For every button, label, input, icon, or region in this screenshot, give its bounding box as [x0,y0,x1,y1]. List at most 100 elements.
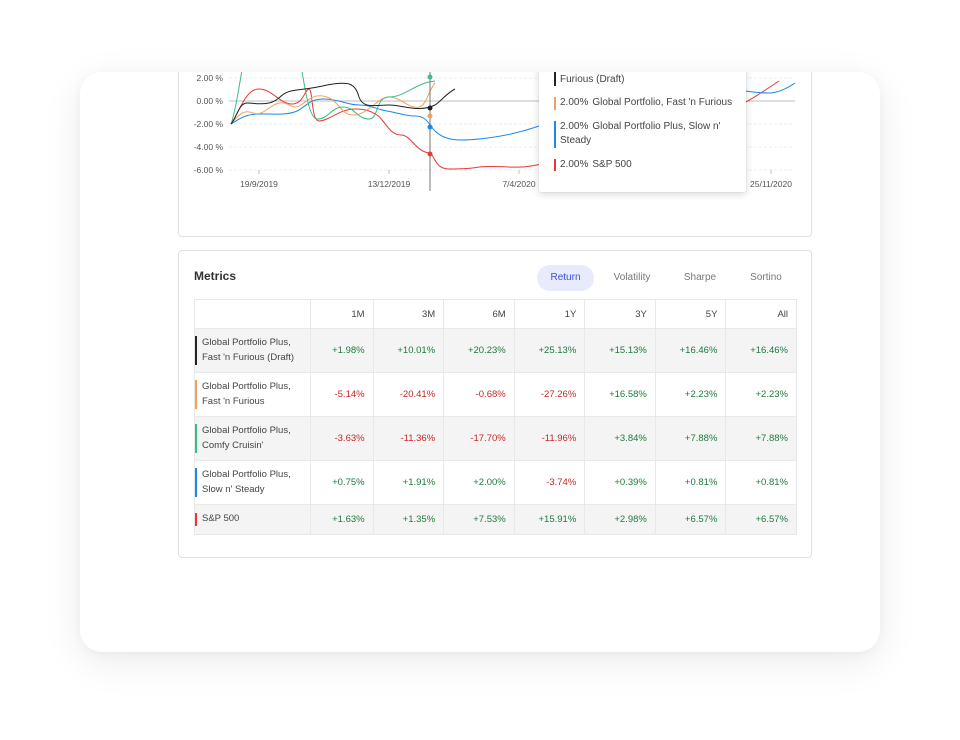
x-tick-label: 19/9/2019 [240,179,278,189]
column-header: All [725,299,797,329]
column-header: 1M [310,299,374,329]
table-row[interactable]: S&P 500 +1.63% +1.35% +7.53% +15.91% +2.98% +6… [194,504,797,535]
portfolio-name-cell: Global Portfolio Plus, Comfy Cruisin' [194,416,311,461]
series-color-marker [554,72,556,86]
table-row[interactable]: Global Portfolio Plus, Fast 'n Furious (… [194,328,797,373]
return-value-cell: +16.46% [654,328,727,373]
return-value-cell: +0.75% [310,460,374,505]
return-value-cell: +7.88% [654,416,727,461]
table-row[interactable]: Global Portfolio Plus, Slow n' Steady +0.… [194,460,797,505]
return-value-cell: +1.98% [310,328,374,373]
return-value-cell: +2.23% [654,372,727,417]
chart-tooltip: 1.80%Global Portfolio Plus, Fast 'n Furi… [539,72,746,192]
return-value-cell: +0.39% [584,460,656,505]
return-value-cell: +10.01% [372,328,445,373]
hover-point-sp500 [427,151,433,157]
table-row[interactable]: Global Portfolio Plus, Fast 'n Furious -5… [194,372,797,417]
x-tick-label: 13/12/2019 [368,179,411,189]
column-header: 1Y [513,299,586,329]
return-value-cell: -11.96% [513,416,586,461]
series-color-marker [554,158,556,171]
tooltip-item: 1.80%Global Portfolio Plus, Fast 'n Furi… [554,72,736,87]
return-value-cell: +16.58% [584,372,656,417]
series-color-marker [195,336,197,365]
metrics-title: Metrics [194,269,237,283]
hover-point-slow-n-steady [427,124,433,130]
return-value-cell: -27.26% [513,372,586,417]
portfolio-name: Global Portfolio Plus, Fast 'n Furious (… [202,337,295,363]
tab-volatility[interactable]: Volatility [594,265,670,291]
y-tick-label: -4.00 % [194,142,224,152]
hover-point-fast-n-furious [427,113,433,119]
return-value-cell: +20.23% [443,328,515,373]
portfolio-name-cell: Global Portfolio Plus, Fast 'n Furious (… [194,328,311,373]
portfolio-name: Global Portfolio Plus, Slow n' Steady [202,469,291,495]
return-value-cell: +2.23% [725,372,797,417]
return-value-cell: +15.91% [513,504,586,535]
column-header: 3M [372,299,445,329]
performance-chart-card: 4.00 % 2.00 % 0.00 % -2.00 % -4.00 % -6.00 % … [178,72,812,237]
y-tick-label: -2.00 % [194,119,224,129]
column-header: 6M [443,299,515,329]
column-header: 5Y [654,299,727,329]
return-value-cell: -17.70% [443,416,515,461]
y-axis: 4.00 %2.00 %0.00 %-2.00 %-4.00 %-6.00 % [194,73,224,175]
tooltip-value: 2.00% [560,120,589,132]
tooltip-label: S&P 500 [592,158,632,170]
series-color-marker [195,513,197,526]
return-value-cell: -3.63% [310,416,374,461]
table-row[interactable]: Global Portfolio Plus, Comfy Cruisin' -3.… [194,416,797,461]
return-value-cell: -3.74% [513,460,586,505]
tooltip-item: 2.00% Global Portfolio Plus, Slow n' Stea… [554,120,736,149]
y-tick-label: -6.00 % [194,165,224,175]
column-header: 3Y [584,299,656,329]
return-value-cell: +7.53% [443,504,515,535]
x-tick-label: 7/4/2020 [502,179,535,189]
return-value-cell: +1.91% [372,460,445,505]
tooltip-label: Global Portfolio, Fast 'n Furious [592,97,733,108]
return-value-cell: +0.81% [654,460,727,505]
portfolio-name: Global Portfolio Plus, Fast 'n Furious [202,381,291,407]
return-value-cell: +25.13% [513,328,586,373]
portfolio-name: S&P 500 [202,513,240,525]
return-value-cell: -11.36% [372,416,445,461]
return-value-cell: +6.57% [725,504,797,535]
return-value-cell: +0.81% [725,460,797,505]
return-value-cell: -5.14% [310,372,374,417]
header-empty-cell [194,299,311,329]
portfolio-name-cell: S&P 500 [194,504,311,535]
tab-sortino[interactable]: Sortino [730,265,802,291]
return-value-cell: +16.46% [725,328,797,373]
series-color-marker [554,120,556,148]
return-value-cell: +2.00% [443,460,515,505]
metrics-table: 1M 3M 6M 1Y 3Y 5Y All Global Portfolio Plus, F… [194,299,797,535]
tab-sharpe[interactable]: Sharpe [670,265,730,291]
tab-return[interactable]: Return [537,265,594,291]
return-value-cell: +6.57% [654,504,727,535]
return-value-cell: -20.41% [372,372,445,417]
tooltip-value: 2.00% [560,158,589,170]
x-tick-label: 25/11/2020 [750,179,792,189]
hover-point-draft [427,105,433,111]
hover-point-comfy-cruisin [427,74,433,80]
portfolio-name-cell: Global Portfolio Plus, Slow n' Steady [194,460,311,505]
tooltip-item: 2.00% Global Portfolio, Fast 'n Furious [554,96,736,111]
return-value-cell: +15.13% [584,328,656,373]
tooltip-item: 2.00% S&P 500 [554,158,736,173]
y-tick-label: 0.00 % [197,96,224,106]
performance-panel: 4.00 % 2.00 % 0.00 % -2.00 % -4.00 % -6.00 % … [80,72,880,652]
table-header-row: 1M 3M 6M 1Y 3Y 5Y All [194,299,797,329]
series-color-marker [195,380,197,409]
metrics-card: Metrics Return Volatility Sharpe Sortino 1M… [178,250,812,558]
return-value-cell: -0.68% [443,372,515,417]
y-tick-label: 2.00 % [197,73,224,83]
return-value-cell: +3.84% [584,416,656,461]
series-color-marker [195,424,197,453]
return-value-cell: +1.63% [310,504,374,535]
return-value-cell: +2.98% [584,504,656,535]
series-line-fast-n-furious-draft [230,82,456,125]
tooltip-label: Global Portfolio Plus, Fast 'n Furious (… [560,73,625,85]
series-color-marker [195,468,197,497]
return-value-cell: +1.35% [372,504,445,535]
series-color-marker [554,97,556,110]
